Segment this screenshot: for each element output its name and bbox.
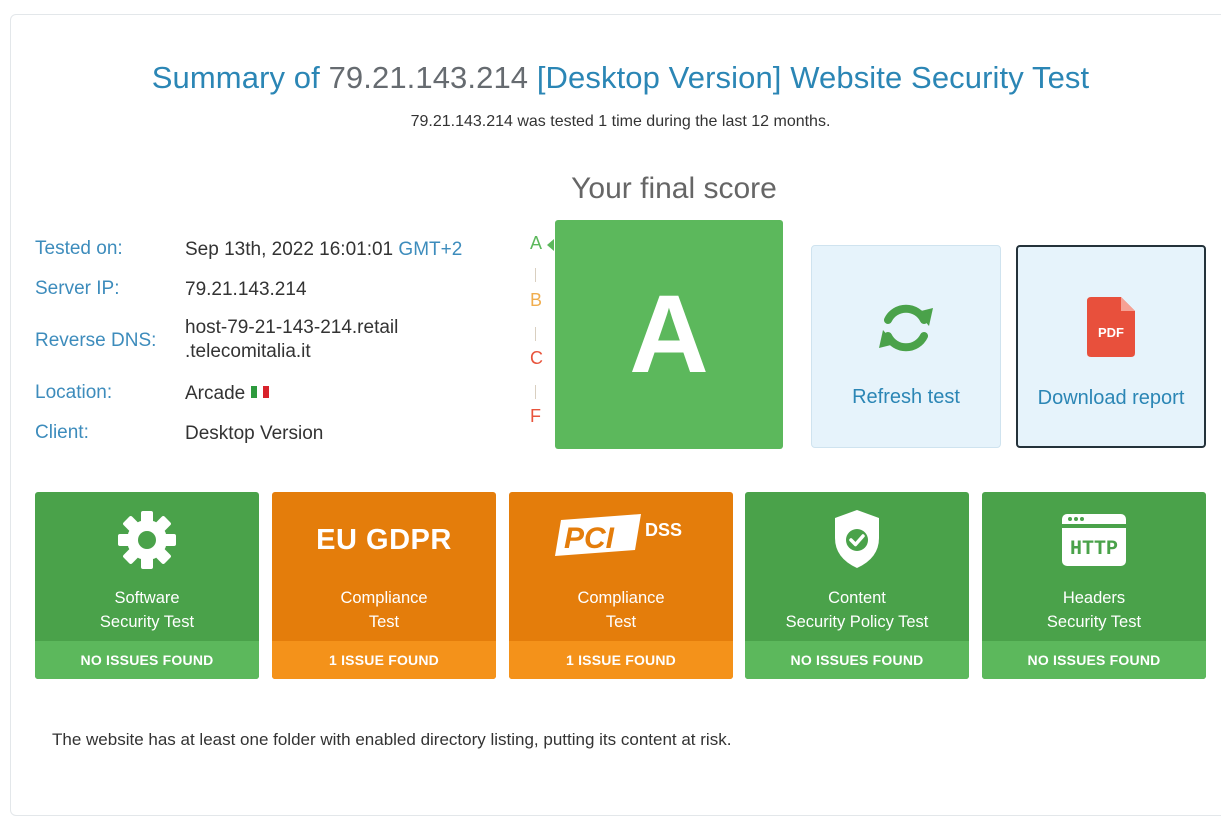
scale-tick <box>535 327 536 341</box>
title-prefix: Summary of <box>151 60 329 95</box>
refresh-test-label: Refresh test <box>852 386 960 408</box>
score-heading: Your final score <box>571 172 777 205</box>
tile-title-line2: Security Test <box>99 613 195 631</box>
tested-on-label: Tested on: <box>35 238 123 259</box>
location-city: Arcade <box>185 383 246 404</box>
tile-status-badge: 1 ISSUE FOUND <box>509 641 733 679</box>
title-ip: 79.21.143.214 <box>328 60 529 95</box>
tile-title: Content Security Policy Test <box>745 586 969 634</box>
tile-status-badge: NO ISSUES FOUND <box>35 641 259 679</box>
refresh-icon <box>879 304 933 352</box>
pci-dss-compliance-test-tile[interactable]: PCI DSS Compliance Test 1 ISSUE FOUND <box>509 492 733 679</box>
tile-title-line1: Content <box>828 589 886 607</box>
reverse-dns-line2: .telecomitalia.it <box>185 341 311 362</box>
directory-listing-warning: The website has at least one folder with… <box>52 730 732 749</box>
gdpr-logo: EU GDPR <box>316 524 452 556</box>
tile-icon-wrap: PCI DSS <box>509 506 733 574</box>
http-text: HTTP <box>1070 538 1118 561</box>
tile-icon-wrap <box>745 506 969 574</box>
download-report-button[interactable]: PDF Download report <box>1016 245 1206 448</box>
tile-title: Headers Security Test <box>982 586 1206 634</box>
tile-title-line2: Test <box>605 613 637 631</box>
tile-title-line1: Compliance <box>340 589 428 607</box>
scale-grade-b: B <box>530 290 543 310</box>
title-suffix: [Desktop Version] Website Security Test <box>528 60 1090 95</box>
server-ip-label: Server IP: <box>35 278 120 299</box>
client-label: Client: <box>35 422 89 443</box>
tile-status-badge: NO ISSUES FOUND <box>745 641 969 679</box>
tile-title: Compliance Test <box>272 586 496 634</box>
gear-icon <box>118 511 176 569</box>
headers-security-test-tile[interactable]: HTTP Headers Security Test NO ISSUES FOUN… <box>982 492 1206 679</box>
tested-on-timezone: GMT+2 <box>398 239 463 260</box>
tile-title: Software Security Test <box>35 586 259 634</box>
tested-on-value: Sep 13th, 2022 16:01:01 GMT+2 <box>185 238 462 262</box>
scale-grade-c: C <box>530 348 543 368</box>
reverse-dns-line1: host-79-21-143-214.retail <box>185 317 399 338</box>
tile-title: Compliance Test <box>509 586 733 634</box>
download-report-label: Download report <box>1037 387 1185 409</box>
eu-gdpr-compliance-test-tile[interactable]: EU GDPR Compliance Test 1 ISSUE FOUND <box>272 492 496 679</box>
tile-title-line1: Compliance <box>577 589 665 607</box>
location-value: Arcade <box>185 382 270 406</box>
scale-tick <box>535 385 536 399</box>
tile-title-line2: Security Test <box>1046 613 1142 631</box>
http-browser-icon: HTTP <box>1062 514 1126 566</box>
tile-icon-wrap: HTTP <box>982 506 1206 574</box>
tile-icon-wrap <box>35 506 259 574</box>
scale-pointer-icon <box>547 239 554 251</box>
grade-scale: A B C F <box>527 230 554 435</box>
page-title: Summary of 79.21.143.214 [Desktop Versio… <box>0 60 1221 96</box>
dss-text: DSS <box>645 520 682 540</box>
final-grade-badge: A <box>555 220 783 449</box>
tile-status-badge: NO ISSUES FOUND <box>982 641 1206 679</box>
reverse-dns-label: Reverse DNS: <box>35 330 157 351</box>
tile-title-line1: Headers <box>1062 589 1126 607</box>
pdf-badge-text: PDF <box>1098 325 1124 340</box>
tile-status-badge: 1 ISSUE FOUND <box>272 641 496 679</box>
tile-icon-wrap: EU GDPR <box>272 506 496 574</box>
tested-on-date: Sep 13th, 2022 16:01:01 <box>185 239 394 260</box>
client-value: Desktop Version <box>185 423 324 444</box>
scale-tick <box>535 268 536 282</box>
location-label: Location: <box>35 382 113 403</box>
pci-dss-logo: PCI DSS <box>555 514 682 556</box>
scale-grade-f: F <box>530 406 541 426</box>
refresh-test-button[interactable]: Refresh test <box>811 245 1001 448</box>
tile-title-line1: Software <box>114 589 180 607</box>
page-subtitle: 79.21.143.214 was tested 1 time during t… <box>410 113 831 130</box>
pdf-icon: PDF <box>1087 297 1135 357</box>
reverse-dns-value: host-79-21-143-214.retail .telecomitalia.… <box>185 316 398 364</box>
italy-flag-icon <box>251 385 270 398</box>
software-security-test-tile[interactable]: Software Security Test NO ISSUES FOUND <box>35 492 259 679</box>
pci-text: PCI <box>564 522 615 555</box>
tile-title-line2: Security Policy Test <box>785 613 929 631</box>
scale-grade-a: A <box>530 233 543 253</box>
tile-title-line2: Test <box>368 613 400 631</box>
server-ip-value: 79.21.143.214 <box>185 279 307 300</box>
content-security-policy-test-tile[interactable]: Content Security Policy Test NO ISSUES FO… <box>745 492 969 679</box>
shield-check-icon <box>835 510 879 568</box>
